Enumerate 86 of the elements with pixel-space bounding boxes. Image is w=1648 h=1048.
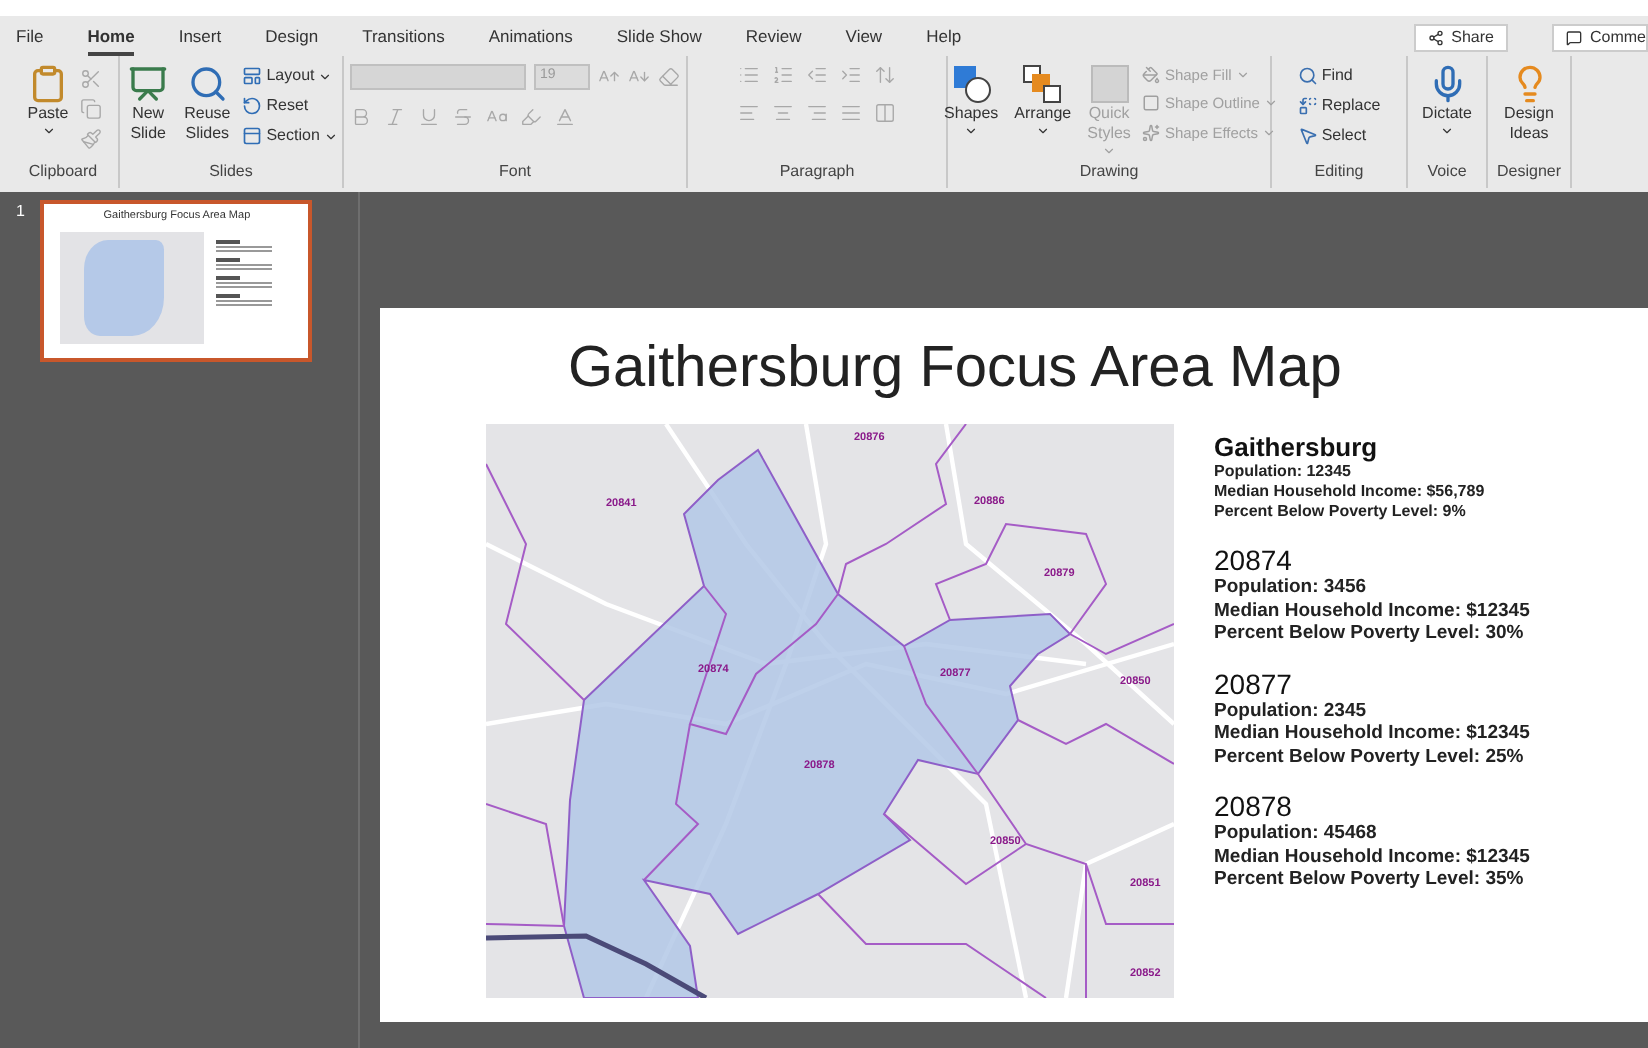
caret-icon: [964, 124, 979, 138]
ribbon-small-button[interactable]: Section: [242, 124, 338, 148]
menu-tab[interactable]: File: [16, 27, 44, 56]
stats-line: Percent Below Poverty Level: 35%: [1214, 868, 1526, 891]
ribbon-small-button[interactable]: Select: [1297, 124, 1381, 148]
ribbon-button[interactable]: Shapes: [940, 64, 1003, 138]
paste-icon: [28, 64, 68, 104]
format-painter-icon[interactable]: [80, 128, 103, 150]
copy-icon[interactable]: [80, 98, 103, 120]
menu-tab[interactable]: Slide Show: [616, 27, 702, 56]
highlighter-icon[interactable]: [520, 106, 542, 128]
quick-styles-icon: [1089, 64, 1130, 104]
shapes-icon: [951, 64, 992, 104]
menu-tab[interactable]: Insert: [178, 27, 222, 56]
font-name-field[interactable]: [350, 64, 526, 90]
stats-line: Population: 3456: [1214, 576, 1369, 599]
ribbon-group-label: Drawing: [1079, 164, 1139, 180]
reuse-slides-icon: [187, 64, 228, 104]
layout-icon: [242, 66, 263, 86]
stats-line: Median Household Income: $12345: [1214, 845, 1532, 868]
caret-icon: [41, 124, 55, 138]
ribbon-group-label: Font: [498, 164, 531, 180]
ribbon-group-label: Paragraph: [779, 164, 855, 180]
italic-icon[interactable]: [384, 106, 406, 128]
cut-icon[interactable]: [80, 68, 103, 90]
stats-line: Median Household Income: $12345: [1214, 599, 1532, 622]
clear-format-icon[interactable]: [658, 66, 680, 88]
shape-format-icon: [1142, 123, 1161, 142]
reset-icon: [242, 96, 263, 116]
font-color-icon[interactable]: [554, 106, 576, 128]
replace-icon: [1297, 96, 1318, 116]
ribbon-button[interactable]: Dictate: [1418, 64, 1476, 138]
strikethrough-icon[interactable]: [452, 106, 474, 128]
share-icon: [1427, 30, 1444, 46]
ribbon-button[interactable]: Paste: [23, 64, 73, 138]
comments-button[interactable]: Comme: [1551, 24, 1648, 52]
arrange-icon: [1022, 64, 1063, 104]
stats-line: Population: 45468: [1214, 822, 1379, 845]
stats-heading: 20878: [1214, 792, 1294, 822]
caret-icon: [1102, 144, 1117, 158]
underline-icon[interactable]: [418, 106, 440, 128]
menu-tab[interactable]: Design: [265, 27, 319, 56]
caret-icon: [323, 129, 338, 143]
ribbon-group-label: Designer: [1496, 164, 1561, 180]
find-icon: [1297, 66, 1318, 86]
ribbon-small-button[interactable]: Find: [1297, 64, 1381, 88]
menu-tab[interactable]: Help: [926, 27, 962, 56]
comment-icon: [1565, 30, 1582, 46]
new-slide-icon: [128, 64, 169, 104]
ribbon-small-button[interactable]: Reset: [242, 94, 338, 118]
ribbon-button[interactable]: Design Ideas: [1500, 64, 1558, 144]
stats-line: Percent Below Poverty Level: 9%: [1214, 502, 1468, 522]
stats-line: Percent Below Poverty Level: 25%: [1214, 745, 1526, 768]
stats-line: Median Household Income: $56,789: [1214, 482, 1487, 502]
bold-icon[interactable]: [350, 106, 372, 128]
ribbon-button[interactable]: Arrange: [1010, 64, 1076, 138]
pointer-icon: [1297, 126, 1318, 146]
shape-format-icon: [1142, 94, 1161, 113]
stats-line: Population: 12345: [1214, 462, 1353, 482]
ribbon-small-button[interactable]: Replace: [1297, 94, 1381, 118]
ribbon-group-label: Clipboard: [28, 164, 98, 180]
slide-number: 1: [16, 200, 25, 224]
menu-tab[interactable]: View: [845, 27, 883, 56]
ribbon-button[interactable]: New Slide: [124, 64, 173, 144]
ribbon-group-label: Voice: [1427, 164, 1467, 180]
ribbon-group-label: Slides: [209, 164, 253, 180]
share-button[interactable]: Share: [1413, 24, 1508, 52]
caret-icon: [1035, 124, 1050, 138]
stats-heading: Gaithersburg: [1214, 432, 1380, 462]
ribbon-button[interactable]: Reuse Slides: [180, 64, 235, 144]
stats-heading: 20877: [1214, 669, 1294, 699]
stats-heading: 20874: [1214, 546, 1294, 576]
ribbon-group-label: Editing: [1314, 164, 1364, 180]
menu-tab[interactable]: Transitions: [362, 27, 445, 56]
menu-tab[interactable]: Animations: [488, 27, 573, 56]
ribbon-small-button[interactable]: Layout: [242, 64, 338, 88]
slide-title: Gaithersburg Focus Area Map: [568, 340, 1344, 398]
section-icon: [242, 126, 263, 146]
menu-tab[interactable]: Home: [87, 27, 135, 56]
stats-line: Population: 2345: [1214, 699, 1369, 722]
caret-icon: [1440, 124, 1454, 138]
stats-line: Median Household Income: $12345: [1214, 722, 1532, 745]
caret-icon: [318, 69, 333, 83]
shape-format-icon: [1142, 66, 1161, 85]
menu-tab[interactable]: Review: [745, 27, 802, 56]
stats-line: Percent Below Poverty Level: 30%: [1214, 622, 1526, 645]
